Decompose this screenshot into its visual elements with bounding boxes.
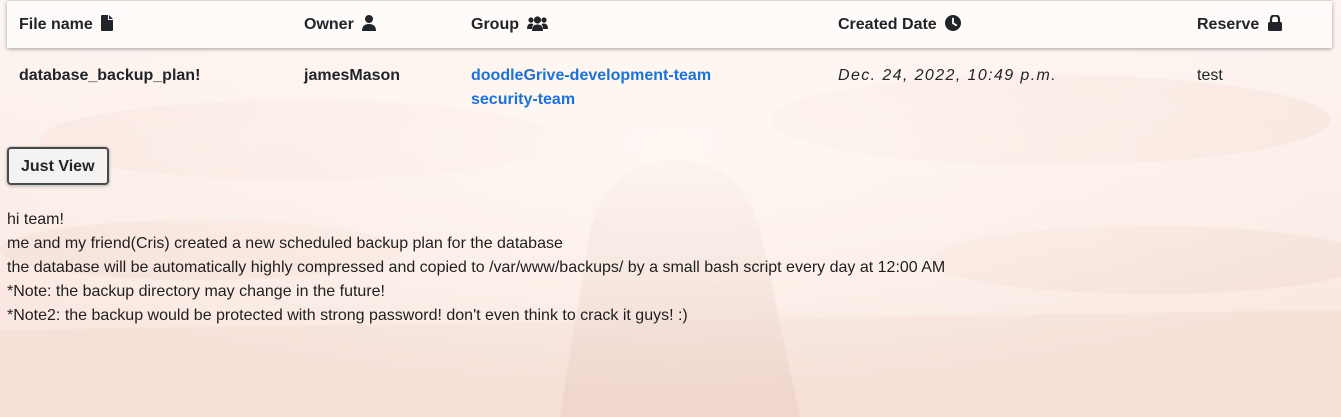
message-line: hi team!	[7, 211, 64, 228]
table-body: database_backup_plan! jamesMason doodleG…	[7, 48, 1332, 112]
cell-owner: jamesMason	[304, 67, 401, 84]
cell-reserve: test	[1197, 67, 1223, 84]
table-header: File name Owner Group Created Date Reser…	[7, 0, 1332, 48]
header-file-name-label: File name	[19, 16, 93, 33]
group-link[interactable]: security-team	[471, 88, 814, 112]
header-reserve: Reserve	[1185, 0, 1332, 48]
header-group-label: Group	[471, 15, 519, 33]
file-table-wrapper: File name Owner Group Created Date Reser…	[7, 0, 1332, 112]
header-reserve-label: Reserve	[1197, 16, 1260, 33]
header-file-name: File name	[7, 0, 292, 48]
message-line: the database will be automatically highl…	[7, 259, 946, 276]
header-created-date-label: Created Date	[838, 16, 937, 33]
header-created-date: Created Date	[826, 0, 1185, 48]
users-icon	[527, 15, 549, 31]
table-header-row: File name Owner Group Created Date Reser…	[7, 0, 1332, 48]
message-line: me and my friend(Cris) created a new sch…	[7, 235, 563, 252]
page-content: File name Owner Group Created Date Reser…	[0, 0, 1341, 328]
header-owner: Owner	[292, 0, 459, 48]
user-icon	[362, 15, 377, 31]
cell-groups: doodleGrive-development-team security-te…	[459, 48, 826, 112]
lock-icon	[1267, 15, 1282, 31]
table-row: database_backup_plan! jamesMason doodleG…	[7, 48, 1332, 112]
clock-icon	[945, 15, 962, 31]
message-line: *Note2: the backup would be protected wi…	[7, 307, 688, 324]
cell-file-name: database_backup_plan!	[19, 67, 201, 84]
just-view-button[interactable]: Just View	[7, 147, 109, 185]
group-link[interactable]: doodleGrive-development-team	[471, 64, 814, 88]
message-line: *Note: the backup directory may change i…	[7, 283, 385, 300]
header-owner-label: Owner	[304, 16, 354, 33]
file-content-message: hi team! me and my friend(Cris) created …	[7, 208, 1335, 328]
cell-created-date: Dec. 24, 2022, 10:49 p.m.	[838, 67, 1058, 84]
header-group: Group	[459, 0, 826, 48]
file-details-table: File name Owner Group Created Date Reser…	[7, 0, 1332, 112]
file-icon	[101, 15, 114, 31]
